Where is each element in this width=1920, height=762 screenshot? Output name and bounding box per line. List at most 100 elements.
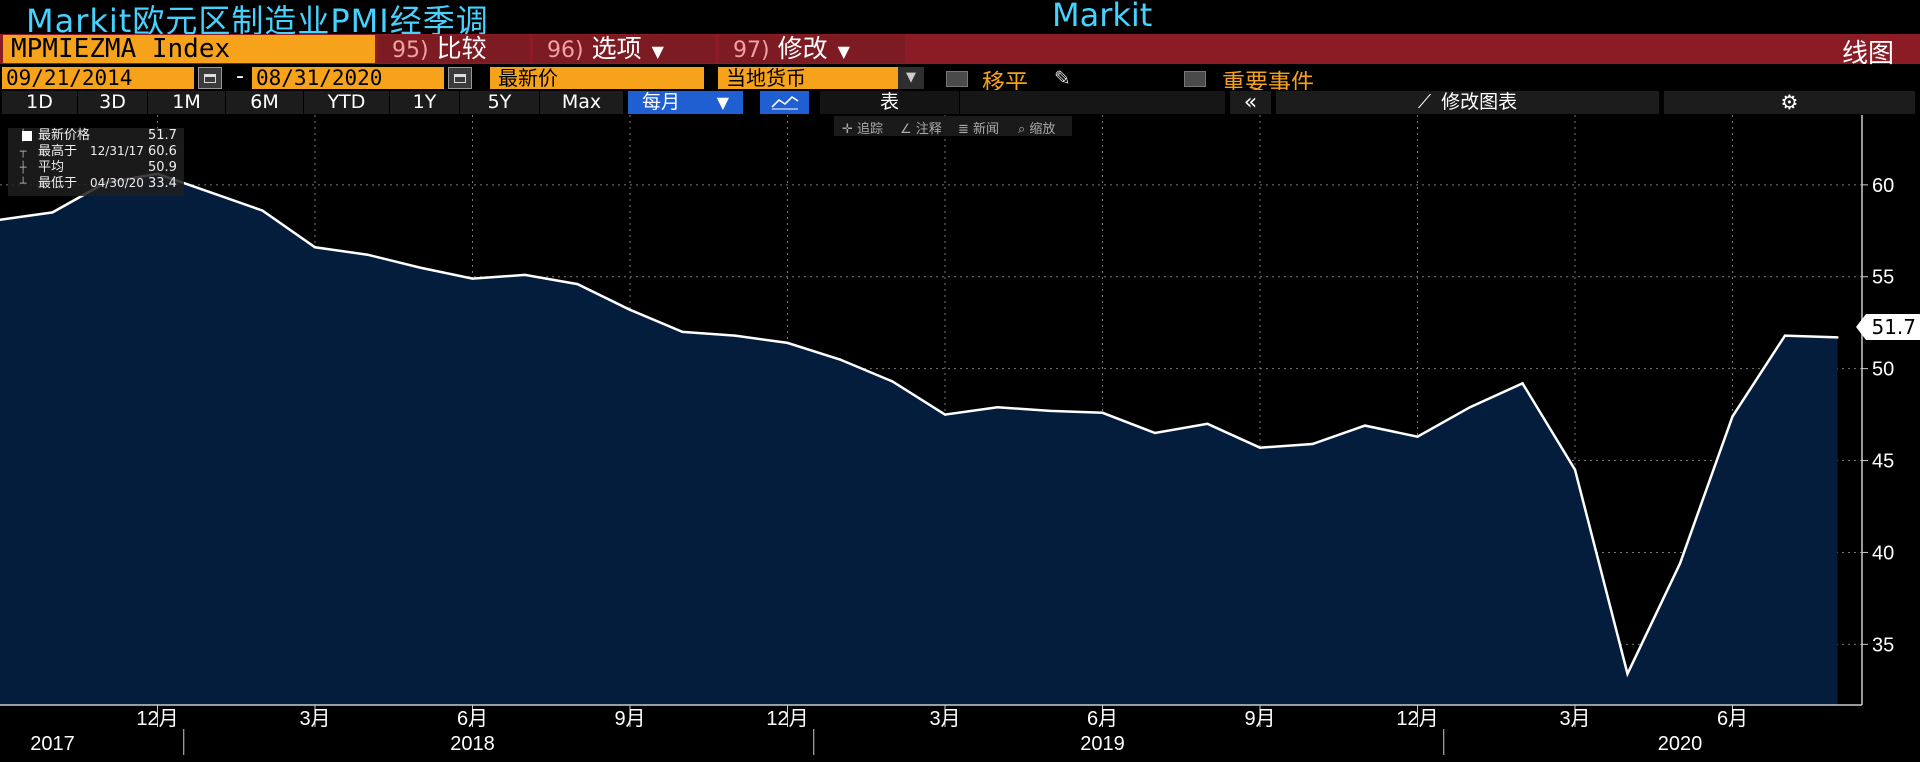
annotate-label: 注释 (915, 122, 942, 137)
x-tick-label: 3月 (299, 708, 330, 730)
zoom-label: 缩放 (1029, 122, 1056, 137)
data-point (1783, 334, 1787, 337)
compare-menu[interactable]: 95) 比较 (378, 35, 530, 63)
track-label: 追踪 (857, 122, 884, 137)
frequency-select[interactable]: 每月 ▼ (628, 91, 744, 114)
edit-menu-label: 修改 (777, 34, 828, 63)
legend-label: 最高于 (38, 144, 78, 159)
menu-number: 96) (547, 38, 584, 63)
last-value-badge: 51.7 (1856, 314, 1920, 340)
crosshair-icon[interactable]: ✛ 追踪 (842, 118, 883, 137)
data-point (1153, 431, 1157, 435)
period-1d[interactable]: 1D (2, 91, 78, 114)
data-point (891, 380, 894, 383)
calendar-icon[interactable] (198, 67, 222, 89)
legend-row-low: ┴ 最低于 04/30/20 33.4 (8, 176, 184, 191)
frequency-label: 每月 (642, 91, 681, 113)
chevron-down-icon: ▼ (837, 42, 850, 61)
price-field-select[interactable]: 最新价 (490, 67, 704, 89)
collapse-icon[interactable]: « (1230, 91, 1272, 114)
y-tick-label: 45 (1872, 451, 1894, 473)
news-icon[interactable]: ≣ 新闻 (958, 118, 999, 137)
currency-select[interactable]: 当地货币 (718, 67, 898, 89)
chevron-down-icon[interactable]: ▼ (898, 67, 924, 89)
legend-value: 60.6 (148, 144, 177, 159)
legend-date: 12/31/17 (90, 144, 144, 158)
y-tick-label: 35 (1872, 634, 1894, 656)
chart-hint-bar: ✛ 追踪 ∠ 注释 ≣ 新闻 ⌕ 缩放 (834, 116, 1072, 137)
gear-icon[interactable]: ⚙ (1664, 91, 1916, 114)
legend-label: 最新价格 (38, 128, 91, 143)
y-tick-label: 55 (1872, 267, 1894, 289)
period-max[interactable]: Max (540, 91, 624, 114)
legend-label: 平均 (38, 160, 65, 175)
menu-number: 97) (733, 38, 770, 63)
chart-edit-icon: ⟋ (1417, 91, 1432, 113)
legend-value: 33.4 (148, 176, 177, 191)
data-point (943, 413, 947, 416)
legend-row-last: ├ 最新价格 51.7 (8, 128, 184, 143)
data-point (838, 358, 842, 361)
data-point (1258, 446, 1262, 449)
x-axis: 12月 3月 6月 9月 12月 3月 6月 9月 12月 3月 6月 2017 2018 2019 202… (0, 704, 1862, 755)
x-tick-label: 12月 (1396, 708, 1438, 730)
table-button[interactable]: 表 (820, 91, 960, 114)
x-tick-label: 3月 (929, 708, 960, 730)
x-tick-label: 12月 (766, 708, 808, 730)
menu-number: 95) (392, 38, 429, 63)
data-point (733, 334, 737, 337)
options-menu-label: 选项 (591, 34, 642, 63)
legend-value: 51.7 (148, 128, 177, 143)
x-tick-label: 6月 (457, 708, 488, 730)
data-point (366, 253, 369, 256)
period-3d[interactable]: 3D (78, 91, 148, 114)
period-1y[interactable]: 1Y (390, 91, 460, 114)
data-point (1363, 424, 1367, 427)
data-point (1678, 562, 1682, 565)
year-label: 2018 (450, 733, 495, 755)
chart-area[interactable]: 35 40 45 50 55 60 12月 3月 6月 9月 12月 3月 6月 9月 12月 3月 6月 20… (0, 115, 1920, 755)
line-chart-icon[interactable] (760, 91, 810, 114)
data-point (1836, 336, 1839, 339)
data-point (628, 308, 632, 312)
chevron-down-icon: ▼ (716, 93, 729, 112)
series-area-fill (0, 173, 1838, 706)
high-icon: ┬ (19, 145, 27, 158)
period-5y[interactable]: 5Y (460, 91, 540, 114)
legend-box: ├ 最新价格 51.7 ┬ 最高于 12/31/17 60.6 ┼ 平均 50.… (8, 128, 184, 196)
year-label: 2019 (1080, 733, 1125, 755)
y-tick-label: 50 (1872, 359, 1894, 381)
period-6m[interactable]: 6M (226, 91, 304, 114)
data-point (1573, 468, 1577, 471)
data-point (208, 190, 212, 194)
ticker-field[interactable]: MPMIEZMA Index (3, 35, 375, 63)
events-checkbox[interactable] (1184, 71, 1206, 87)
data-point (1521, 382, 1524, 385)
legend-date: 04/30/20 (90, 176, 144, 190)
pencil-icon[interactable]: ✎ (1054, 66, 1071, 90)
average-icon: ┼ (19, 161, 27, 174)
data-point (523, 273, 527, 277)
options-menu[interactable]: 96) 选项 ▼ (533, 35, 715, 63)
x-tick-label: 9月 (614, 708, 645, 730)
moving-average-checkbox[interactable] (946, 71, 968, 87)
date-separator: - (236, 64, 244, 89)
annotate-icon[interactable]: ∠ 注释 (900, 118, 942, 137)
period-1m[interactable]: 1M (148, 91, 226, 114)
end-date-field[interactable]: 08/31/2020 (252, 67, 444, 89)
calendar-icon[interactable] (448, 67, 472, 89)
chevron-down-icon: ▼ (651, 42, 664, 61)
period-ytd[interactable]: YTD (304, 91, 390, 114)
edit-menu[interactable]: 97) 修改 ▼ (719, 35, 905, 63)
legend-value: 50.9 (148, 160, 177, 175)
year-label: 2020 (1658, 733, 1703, 755)
year-label: 2017 (30, 733, 75, 755)
zoom-icon[interactable]: ⌕ 缩放 (1018, 118, 1055, 137)
data-point (1731, 415, 1734, 418)
data-point (1206, 422, 1209, 425)
start-date-field[interactable]: 09/21/2014 (2, 67, 194, 89)
data-point (261, 209, 264, 212)
data-point (1048, 409, 1052, 413)
chart-type-label[interactable]: 线图 (1842, 33, 1894, 70)
edit-chart-button[interactable]: ⟋ 修改图表 (1276, 91, 1660, 114)
